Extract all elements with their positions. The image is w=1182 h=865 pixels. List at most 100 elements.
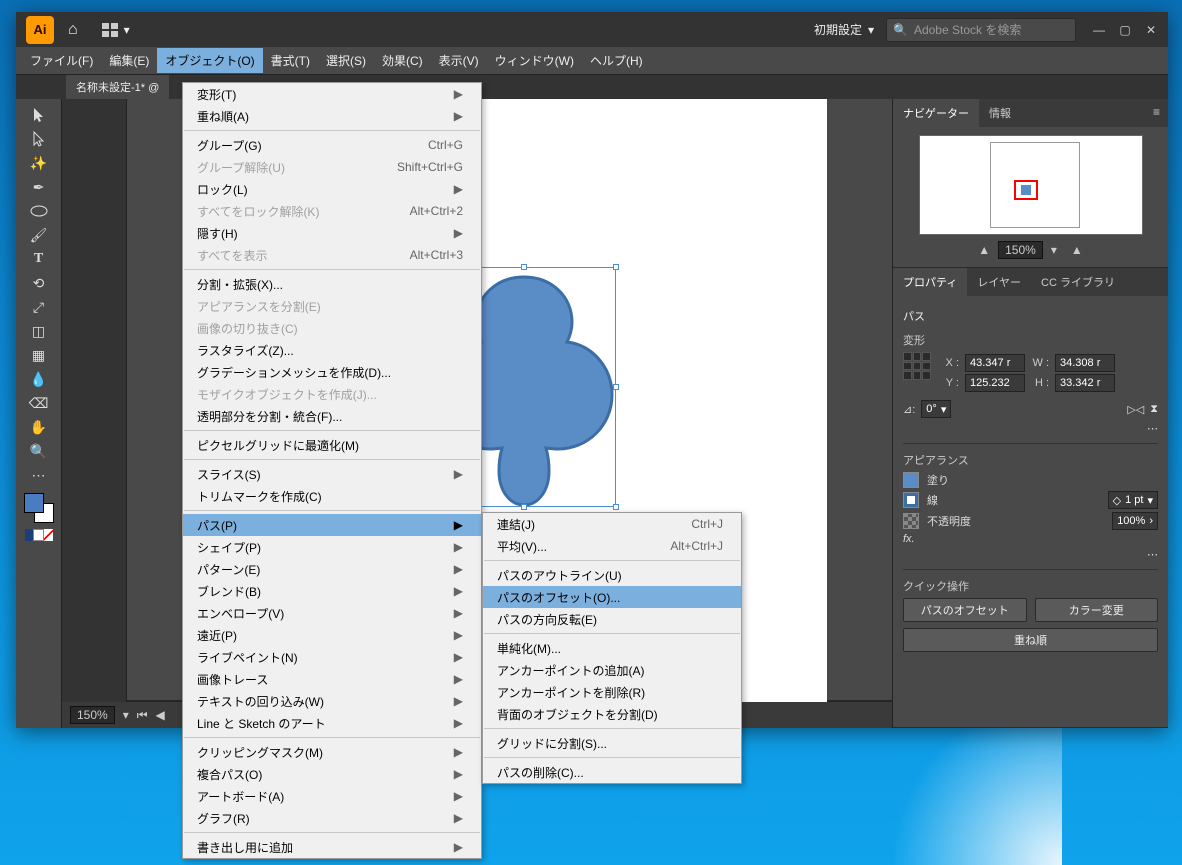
- y-field[interactable]: [965, 374, 1025, 392]
- more-options-icon[interactable]: ⋯: [1147, 423, 1158, 435]
- menu-select[interactable]: 選択(S): [318, 48, 374, 73]
- menu-item[interactable]: シェイプ(P)▶: [183, 536, 481, 558]
- menu-item[interactable]: 単純化(M)...: [483, 637, 741, 659]
- tab-layers[interactable]: レイヤー: [967, 268, 1031, 296]
- ellipse-tool[interactable]: [25, 199, 53, 223]
- menu-item[interactable]: トリムマークを作成(C): [183, 485, 481, 507]
- tab-properties[interactable]: プロパティ: [893, 268, 967, 296]
- zoom-in-icon[interactable]: ▲: [1071, 243, 1083, 257]
- fill-swatch[interactable]: [903, 472, 919, 488]
- shape-builder-tool[interactable]: ◫: [25, 319, 53, 343]
- menu-item[interactable]: 分割・拡張(X)...: [183, 273, 481, 295]
- reference-point[interactable]: [903, 352, 931, 380]
- menu-item[interactable]: 背面のオブジェクトを分割(D): [483, 703, 741, 725]
- menu-item[interactable]: パスのオフセット(O)...: [483, 586, 741, 608]
- fill-stroke-swatch[interactable]: [24, 493, 54, 523]
- maximize-button[interactable]: ▢: [1112, 19, 1138, 41]
- menu-item[interactable]: ピクセルグリッドに最適化(M): [183, 434, 481, 456]
- menu-item[interactable]: テキストの回り込み(W)▶: [183, 690, 481, 712]
- paintbrush-tool[interactable]: 🖌: [25, 223, 53, 247]
- close-button[interactable]: ✕: [1138, 19, 1164, 41]
- menu-item[interactable]: 画像トレース▶: [183, 668, 481, 690]
- more-options-icon[interactable]: ⋯: [1147, 549, 1158, 561]
- menu-item[interactable]: グリッドに分割(S)...: [483, 732, 741, 754]
- x-field[interactable]: [965, 354, 1025, 372]
- tab-info[interactable]: 情報: [979, 99, 1021, 127]
- prev-artboard-icon[interactable]: ◀: [156, 708, 165, 722]
- opacity-value[interactable]: 100%›: [1112, 512, 1158, 530]
- menu-item[interactable]: グループ(G)Ctrl+G: [183, 134, 481, 156]
- direct-selection-tool[interactable]: [25, 127, 53, 151]
- stock-search[interactable]: 🔍 Adobe Stock を検索: [886, 18, 1076, 42]
- gradient-tool[interactable]: ▦: [25, 343, 53, 367]
- color-mode-toggle[interactable]: [25, 529, 53, 541]
- menu-item[interactable]: 連結(J)Ctrl+J: [483, 513, 741, 535]
- menu-item[interactable]: 遠近(P)▶: [183, 624, 481, 646]
- menu-item[interactable]: 変形(T)▶: [183, 83, 481, 105]
- h-field[interactable]: [1055, 374, 1115, 392]
- type-tool[interactable]: T: [25, 247, 53, 271]
- menu-item[interactable]: 書き出し用に追加▶: [183, 836, 481, 858]
- menu-item[interactable]: パスの削除(C)...: [483, 761, 741, 783]
- menu-item[interactable]: グラフ(R)▶: [183, 807, 481, 829]
- toolbox-more[interactable]: ⋯: [25, 463, 53, 487]
- menu-item[interactable]: Line と Sketch のアート▶: [183, 712, 481, 734]
- pen-tool[interactable]: ✒: [25, 175, 53, 199]
- menu-view[interactable]: 表示(V): [431, 48, 487, 73]
- rotate-tool[interactable]: ⟲: [25, 271, 53, 295]
- angle-field[interactable]: 0°▾: [921, 400, 951, 418]
- zoom-level[interactable]: 150%: [70, 706, 115, 724]
- scale-tool[interactable]: ⤢: [25, 295, 53, 319]
- flip-v-icon[interactable]: ⧗: [1150, 403, 1158, 416]
- selection-tool[interactable]: [25, 103, 53, 127]
- first-artboard-icon[interactable]: ⏮: [137, 708, 148, 723]
- menu-window[interactable]: ウィンドウ(W): [487, 48, 582, 73]
- home-icon[interactable]: ⌂: [68, 21, 78, 39]
- chevron-down-icon[interactable]: ▾: [1051, 243, 1057, 257]
- menu-item[interactable]: ロック(L)▶: [183, 178, 481, 200]
- navigator-zoom[interactable]: 150%: [998, 241, 1043, 259]
- arrange-button[interactable]: 重ね順: [903, 628, 1158, 652]
- menu-item[interactable]: ブレンド(B)▶: [183, 580, 481, 602]
- menu-item[interactable]: ライブペイント(N)▶: [183, 646, 481, 668]
- tab-navigator[interactable]: ナビゲーター: [893, 99, 979, 127]
- workspace-switcher[interactable]: ▾: [102, 23, 130, 37]
- w-field[interactable]: [1055, 354, 1115, 372]
- magic-wand-tool[interactable]: ✨: [25, 151, 53, 175]
- menu-item[interactable]: アートボード(A)▶: [183, 785, 481, 807]
- menu-file[interactable]: ファイル(F): [22, 48, 101, 73]
- menu-item[interactable]: パスのアウトライン(U): [483, 564, 741, 586]
- menu-effect[interactable]: 効果(C): [374, 48, 431, 73]
- stroke-weight[interactable]: ◇1 pt▾: [1108, 491, 1158, 509]
- menu-item[interactable]: 複合パス(O)▶: [183, 763, 481, 785]
- document-tab[interactable]: 名称未設定-1* @: [66, 75, 169, 99]
- zoom-tool[interactable]: 🔍: [25, 439, 53, 463]
- stroke-swatch[interactable]: [903, 492, 919, 508]
- flip-h-icon[interactable]: ▷◁: [1127, 403, 1144, 416]
- menu-item[interactable]: グラデーションメッシュを作成(D)...: [183, 361, 481, 383]
- fx-label[interactable]: fx.: [903, 533, 915, 545]
- menu-item[interactable]: 平均(V)...Alt+Ctrl+J: [483, 535, 741, 557]
- chevron-down-icon[interactable]: ▾: [123, 708, 129, 722]
- menu-item[interactable]: ラスタライズ(Z)...: [183, 339, 481, 361]
- minimize-button[interactable]: —: [1086, 19, 1112, 41]
- menu-type[interactable]: 書式(T): [263, 48, 318, 73]
- menu-item[interactable]: エンベロープ(V)▶: [183, 602, 481, 624]
- menu-object[interactable]: オブジェクト(O): [157, 48, 262, 73]
- panel-menu-icon[interactable]: ≡: [1145, 99, 1168, 127]
- zoom-out-icon[interactable]: ▲: [978, 243, 990, 257]
- opacity-swatch[interactable]: [903, 513, 919, 529]
- menu-item[interactable]: アンカーポイントを削除(R): [483, 681, 741, 703]
- eyedropper-tool[interactable]: 💧: [25, 367, 53, 391]
- menu-item[interactable]: アンカーポイントの追加(A): [483, 659, 741, 681]
- offset-path-button[interactable]: パスのオフセット: [903, 598, 1027, 622]
- menu-item[interactable]: パターン(E)▶: [183, 558, 481, 580]
- menu-item[interactable]: 透明部分を分割・統合(F)...: [183, 405, 481, 427]
- menu-item[interactable]: パスの方向反転(E): [483, 608, 741, 630]
- menu-item[interactable]: クリッピングマスク(M)▶: [183, 741, 481, 763]
- menu-edit[interactable]: 編集(E): [101, 48, 157, 73]
- menu-help[interactable]: ヘルプ(H): [582, 48, 651, 73]
- eraser-tool[interactable]: ⌫: [25, 391, 53, 415]
- hand-tool[interactable]: ✋: [25, 415, 53, 439]
- menu-item[interactable]: 隠す(H)▶: [183, 222, 481, 244]
